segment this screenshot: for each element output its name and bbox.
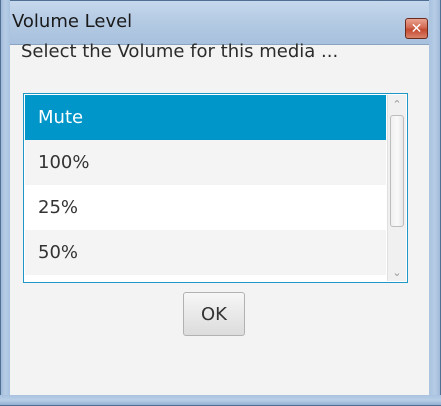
list-item-mute[interactable]: Mute <box>25 95 386 140</box>
scroll-thumb[interactable] <box>390 115 404 227</box>
volume-options: Mute 100% 25% 50% <box>25 95 386 281</box>
scroll-up-icon[interactable]: ⌃ <box>388 95 406 113</box>
prompt-label: Select the Volume for this media ... <box>21 41 339 62</box>
vertical-scrollbar[interactable]: ⌃ ⌄ <box>387 95 406 281</box>
list-item-25[interactable]: 25% <box>25 185 386 230</box>
scroll-down-icon[interactable]: ⌄ <box>388 263 406 281</box>
volume-level-dialog: Volume Level ✕ Select the Volume for thi… <box>0 0 441 406</box>
list-item-50[interactable]: 50% <box>25 230 386 275</box>
close-button[interactable]: ✕ <box>405 18 428 39</box>
close-icon: ✕ <box>410 20 423 37</box>
window-frame-bottom <box>0 395 441 406</box>
window-frame-left <box>0 0 10 406</box>
window-title: Volume Level <box>12 11 133 32</box>
list-item-100[interactable]: 100% <box>25 140 386 185</box>
title-bar[interactable]: Volume Level ✕ <box>0 0 441 44</box>
ok-button[interactable]: OK <box>183 292 245 336</box>
window-frame-right <box>429 0 441 406</box>
volume-listbox[interactable]: Mute 100% 25% 50% ⌃ ⌄ <box>23 93 408 283</box>
